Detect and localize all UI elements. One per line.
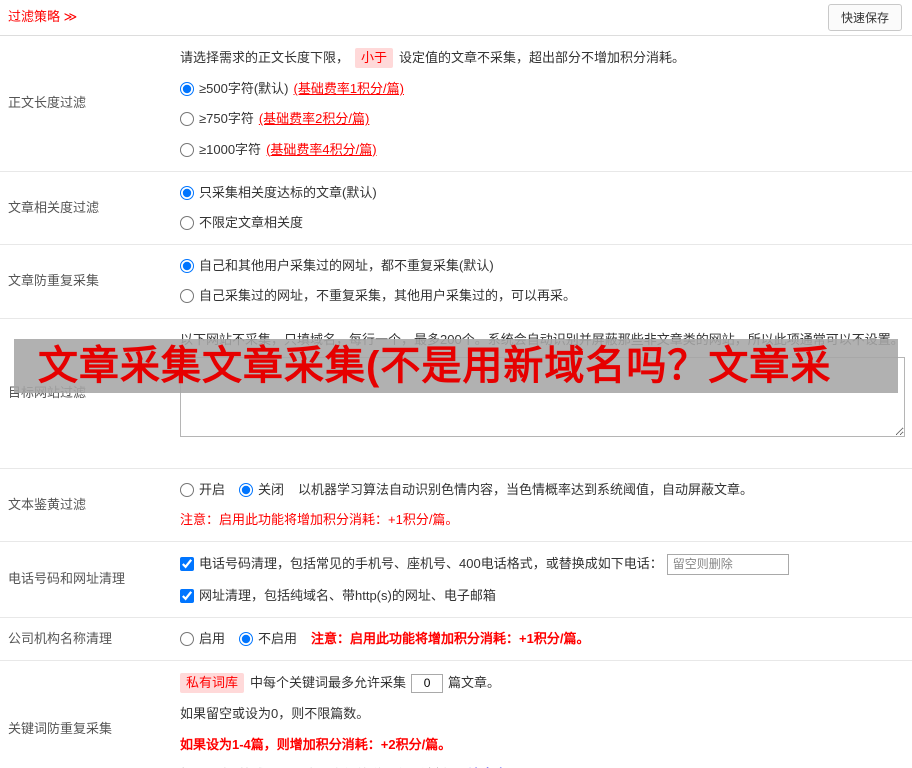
radio-length-750[interactable] [180, 112, 194, 126]
row-label: 关键词防重复采集 [0, 661, 172, 768]
radio-dedup-global[interactable] [180, 259, 194, 273]
radio-option-porn-off[interactable]: 关闭 [239, 481, 284, 499]
keyword-note-1-4: 如果设为1-4篇，则增加积分消耗：+2积分/篇。 [180, 736, 904, 754]
radio-label: ≥500字符(默认) [199, 80, 288, 98]
radio-fee-note: (基础费率2积分/篇) [259, 110, 370, 128]
row-label: 正文长度过滤 [0, 36, 172, 171]
checkbox-option-url-clean[interactable]: 网址清理，包括纯域名、带http(s)的网址、电子邮箱 [180, 587, 496, 605]
radio-option-relevance-any[interactable]: 不限定文章相关度 [180, 214, 904, 232]
keyword-limit-input[interactable] [411, 674, 443, 693]
company-clean-note: 注意：启用此功能将增加积分消耗：+1积分/篇。 [311, 630, 589, 648]
radio-option-company-off[interactable]: 不启用 [239, 630, 297, 648]
row-company-clean: 公司机构名称清理 启用 不启用 注意：启用此功能将增加积分消耗：+1积分/篇。 [0, 618, 912, 661]
row-content: 电话号码清理，包括常见的手机号、座机号、400电话格式，或替换成如下电话： 网址… [172, 542, 912, 617]
radio-porn-off[interactable] [239, 483, 253, 497]
porn-filter-options: 开启 关闭 以机器学习算法自动识别色情内容，当色情概率达到系统阈值，自动屏蔽文章… [180, 481, 904, 499]
radio-relevance-any[interactable] [180, 216, 194, 230]
header-bar: 过滤策略 ≫ 快速保存 [0, 0, 912, 36]
row-content: 私有词库 中每个关键词最多允许采集 篇文章。 如果留空或设为0，则不限篇数。 如… [172, 661, 912, 768]
length-filter-intro: 请选择需求的正文长度下限， 小于 设定值的文章不采集，超出部分不增加积分消耗。 [180, 48, 904, 68]
row-content: 请选择需求的正文长度下限， 小于 设定值的文章不采集，超出部分不增加积分消耗。 … [172, 36, 912, 171]
radio-length-1000[interactable] [180, 143, 194, 157]
row-content: 启用 不启用 注意：启用此功能将增加积分消耗：+1积分/篇。 [172, 618, 912, 660]
radio-label: 不限定文章相关度 [199, 214, 303, 232]
radio-option-dedup-self[interactable]: 自己采集过的网址，不重复采集，其他用户采集过的，可以再采。 [180, 287, 904, 305]
radio-label: 关闭 [258, 481, 284, 499]
radio-dedup-self[interactable] [180, 289, 194, 303]
radio-label: 只采集相关度达标的文章(默认) [199, 184, 377, 202]
radio-label: 自己和其他用户采集过的网址，都不重复采集(默认) [199, 257, 494, 275]
keyword-limit-line: 私有词库 中每个关键词最多允许采集 篇文章。 [180, 673, 904, 693]
intro-highlight: 小于 [355, 48, 393, 68]
radio-label: ≥750字符 [199, 110, 254, 128]
row-keyword-dedup: 关键词防重复采集 私有词库 中每个关键词最多允许采集 篇文章。 如果留空或设为0… [0, 661, 912, 768]
filter-settings-page: 过滤策略 ≫ 快速保存 正文长度过滤 请选择需求的正文长度下限， 小于 设定值的… [0, 0, 912, 768]
radio-option-porn-on[interactable]: 开启 [180, 481, 225, 499]
radio-label: 启用 [199, 630, 225, 648]
checkbox-option-phone-clean[interactable]: 电话号码清理，包括常见的手机号、座机号、400电话格式，或替换成如下电话： [180, 555, 663, 573]
checkbox-label: 网址清理，包括纯域名、带http(s)的网址、电子邮箱 [199, 587, 496, 605]
radio-option-length-1000[interactable]: ≥1000字符 (基础费率4积分/篇) [180, 141, 904, 159]
private-lexicon-badge: 私有词库 [180, 673, 244, 693]
row-label: 公司机构名称清理 [0, 618, 172, 660]
row-relevance-filter: 文章相关度过滤 只采集相关度达标的文章(默认) 不限定文章相关度 [0, 172, 912, 245]
checkbox-label: 电话号码清理，包括常见的手机号、座机号、400电话格式，或替换成如下电话： [199, 555, 663, 573]
radio-length-500[interactable] [180, 82, 194, 96]
radio-option-dedup-global[interactable]: 自己和其他用户采集过的网址，都不重复采集(默认) [180, 257, 904, 275]
radio-label: ≥1000字符 [199, 141, 261, 159]
keyword-limit-suffix: 篇文章。 [448, 674, 500, 692]
watermark-text: 文章采集文章采集(不是用新域名吗？文章采 [14, 339, 831, 393]
phone-replacement-input[interactable] [667, 554, 789, 575]
page-title: 过滤策略 ≫ [8, 8, 77, 26]
url-clean-line: 网址清理，包括纯域名、带http(s)的网址、电子邮箱 [180, 587, 904, 605]
radio-company-on[interactable] [180, 632, 194, 646]
porn-filter-description: 以机器学习算法自动识别色情内容，当色情概率达到系统阈值，自动屏蔽文章。 [298, 481, 753, 499]
radio-fee-note: (基础费率4积分/篇) [266, 141, 377, 159]
keyword-note-zero: 如果留空或设为0，则不限篇数。 [180, 705, 904, 723]
radio-option-company-on[interactable]: 启用 [180, 630, 225, 648]
keyword-limit-text: 中每个关键词最多允许采集 [250, 674, 406, 692]
intro-text-before: 请选择需求的正文长度下限， [180, 49, 349, 67]
row-content: 自己和其他用户采集过的网址，都不重复采集(默认) 自己采集过的网址，不重复采集，… [172, 245, 912, 317]
radio-porn-on[interactable] [180, 483, 194, 497]
porn-filter-note: 注意：启用此功能将增加积分消耗：+1积分/篇。 [180, 511, 904, 529]
row-label: 电话号码和网址清理 [0, 542, 172, 617]
row-content: 只采集相关度达标的文章(默认) 不限定文章相关度 [172, 172, 912, 244]
radio-label: 不启用 [258, 630, 297, 648]
watermark-overlay: 文章采集文章采集(不是用新域名吗？文章采 [14, 339, 898, 393]
radio-fee-note: (基础费率1积分/篇) [293, 80, 404, 98]
phone-clean-line: 电话号码清理，包括常见的手机号、座机号、400电话格式，或替换成如下电话： [180, 554, 904, 575]
checkbox-url-clean[interactable] [180, 589, 194, 603]
radio-option-relevance-strict[interactable]: 只采集相关度达标的文章(默认) [180, 184, 904, 202]
radio-label: 开启 [199, 481, 225, 499]
radio-option-length-750[interactable]: ≥750字符 (基础费率2积分/篇) [180, 110, 904, 128]
row-phone-url-clean: 电话号码和网址清理 电话号码清理，包括常见的手机号、座机号、400电话格式，或替… [0, 542, 912, 618]
radio-label: 自己采集过的网址，不重复采集，其他用户采集过的，可以再采。 [199, 287, 576, 305]
quick-save-button[interactable]: 快速保存 [828, 4, 902, 31]
row-label: 文本鉴黄过滤 [0, 469, 172, 541]
radio-relevance-strict[interactable] [180, 186, 194, 200]
row-length-filter: 正文长度过滤 请选择需求的正文长度下限， 小于 设定值的文章不采集，超出部分不增… [0, 36, 912, 172]
row-porn-filter: 文本鉴黄过滤 开启 关闭 以机器学习算法自动识别色情内容，当色情概率达到系统阈值… [0, 469, 912, 542]
checkbox-phone-clean[interactable] [180, 557, 194, 571]
row-content: 开启 关闭 以机器学习算法自动识别色情内容，当色情概率达到系统阈值，自动屏蔽文章… [172, 469, 912, 541]
row-label: 文章相关度过滤 [0, 172, 172, 244]
company-clean-options: 启用 不启用 注意：启用此功能将增加积分消耗：+1积分/篇。 [180, 630, 904, 648]
row-label: 文章防重复采集 [0, 245, 172, 317]
radio-option-length-500[interactable]: ≥500字符(默认) (基础费率1积分/篇) [180, 80, 904, 98]
row-dedup-filter: 文章防重复采集 自己和其他用户采集过的网址，都不重复采集(默认) 自己采集过的网… [0, 245, 912, 318]
intro-text-after: 设定值的文章不采集，超出部分不增加积分消耗。 [399, 49, 685, 67]
radio-company-off[interactable] [239, 632, 253, 646]
